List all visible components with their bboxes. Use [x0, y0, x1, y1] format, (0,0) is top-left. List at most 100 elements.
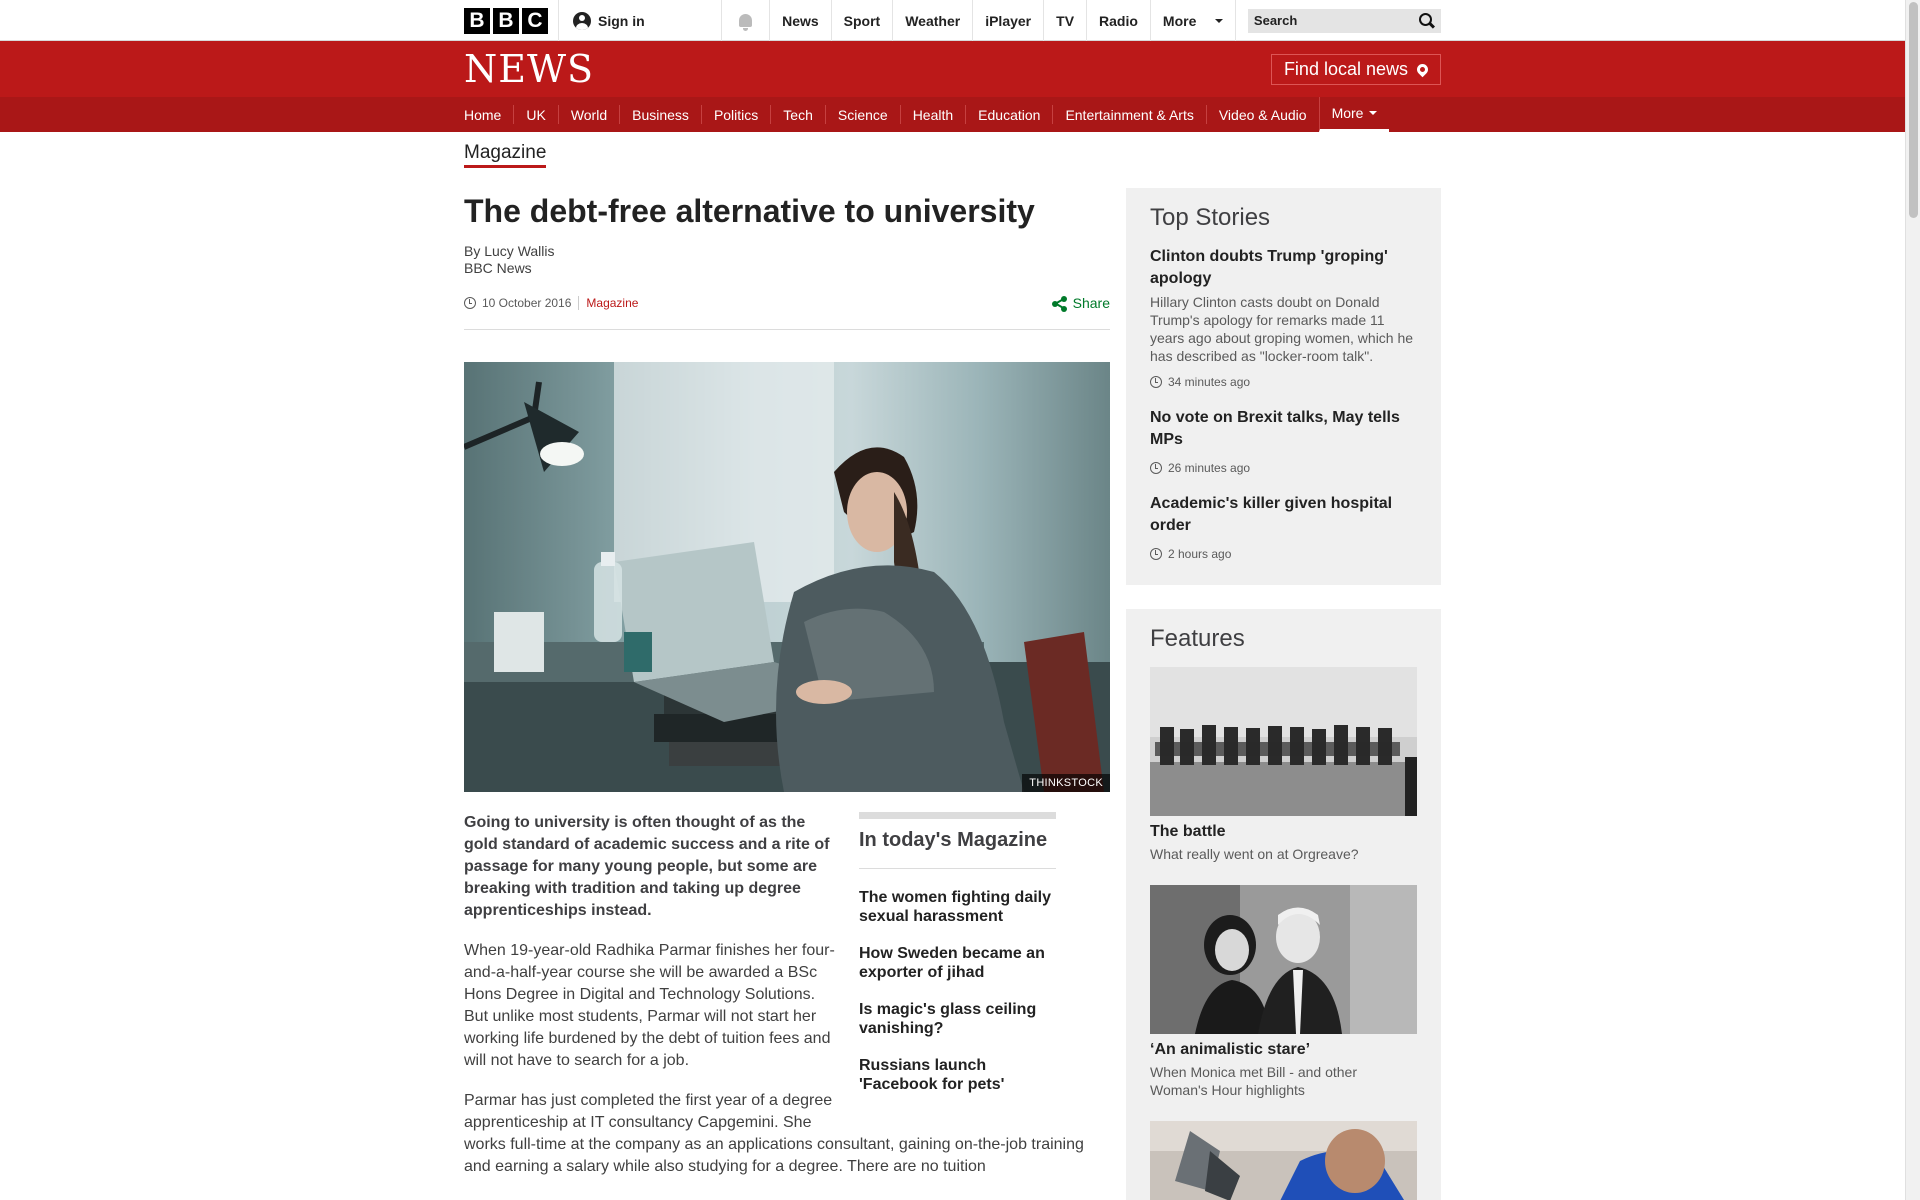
magazine-link[interactable]: The women fighting daily sexual harassme…: [859, 888, 1056, 926]
feature-summary: What really went on at Orgreave?: [1150, 846, 1359, 862]
feature-image-athlete: [1150, 1121, 1417, 1200]
feature-headline[interactable]: The battle: [1150, 823, 1417, 841]
top-story[interactable]: Clinton doubts Trump 'groping' apology H…: [1150, 246, 1417, 389]
section-nav-uk[interactable]: UK: [513, 105, 557, 124]
top-nav-weather[interactable]: Weather: [893, 0, 974, 41]
section-nav-world[interactable]: World: [557, 105, 619, 124]
top-story[interactable]: No vote on Brexit talks, May tells MPs 2…: [1150, 407, 1417, 475]
find-local-news-label: Find local news: [1283, 58, 1408, 79]
section-nav-home[interactable]: Home: [464, 105, 513, 124]
hero-illustration: [464, 362, 1110, 792]
top-story-time-label: 34 minutes ago: [1168, 375, 1251, 389]
feature-item[interactable]: The battle What really went on at Orgrea…: [1150, 667, 1417, 863]
article-intro: Going to university is often thought of …: [464, 814, 830, 919]
article-meta: 10 October 2016 Magazine Share: [464, 295, 1110, 330]
image-credit: THINKSTOCK: [1022, 774, 1110, 792]
feature-item[interactable]: [1150, 1121, 1417, 1200]
top-story-time-label: 2 hours ago: [1168, 547, 1232, 561]
bbc-logo[interactable]: B B C: [464, 0, 559, 41]
article: The debt-free alternative to university …: [464, 188, 1110, 1200]
top-stories-title: Top Stories: [1150, 204, 1271, 231]
share-label: Share: [1072, 295, 1110, 311]
top-nav-iplayer[interactable]: iPlayer: [973, 0, 1045, 41]
sign-in-button[interactable]: Sign in: [559, 0, 722, 41]
news-logo[interactable]: NEWS: [464, 47, 594, 91]
sidebar: Top Stories Clinton doubts Trump 'gropin…: [1126, 188, 1441, 1200]
section-nav-tech[interactable]: Tech: [770, 105, 825, 124]
section-nav-politics[interactable]: Politics: [700, 105, 770, 124]
bbc-topbar: B B C Sign in News Sport Weather iPlayer…: [0, 0, 1920, 41]
article-category-link[interactable]: Magazine: [586, 296, 638, 310]
feature-image[interactable]: [1150, 885, 1417, 1034]
section-label[interactable]: Magazine: [464, 142, 547, 168]
sign-in-label: Sign in: [598, 12, 645, 29]
top-story-headline[interactable]: Academic's killer given hospital order: [1150, 493, 1417, 537]
clock-icon: [1150, 548, 1162, 560]
scrollbar-thumb[interactable]: [1909, 2, 1918, 218]
notifications-button[interactable]: [722, 0, 771, 41]
section-nav: Home UK World Business Politics Tech Sci…: [0, 97, 1920, 132]
clock-icon: [464, 297, 476, 309]
section-nav-business[interactable]: Business: [619, 105, 701, 124]
bbc-logo-letter: B: [493, 7, 519, 34]
top-story-time: 2 hours ago: [1150, 547, 1417, 561]
article-date: 10 October 2016: [482, 296, 572, 310]
page-content: Magazine The debt-free alternative to un…: [464, 132, 1441, 1200]
clock-icon: [1150, 376, 1162, 388]
feature-item[interactable]: ‘An animalistic stare’ When Monica met B…: [1150, 885, 1417, 1099]
section-nav-education[interactable]: Education: [965, 105, 1052, 124]
news-header: NEWS Find local news: [0, 41, 1920, 97]
section-nav-more[interactable]: More: [1318, 97, 1390, 132]
article-paragraph: When 19-year-old Radhika Parmar finishes…: [464, 942, 835, 1069]
bbc-logo-letter: B: [464, 7, 490, 34]
feature-headline[interactable]: ‘An animalistic stare’: [1150, 1041, 1417, 1059]
feature-image-horses: [1150, 667, 1417, 816]
bbc-logo-letter: C: [522, 7, 548, 34]
feature-summary: When Monica met Bill - and other Woman's…: [1150, 1064, 1357, 1098]
section-nav-health[interactable]: Health: [899, 105, 965, 124]
author: By Lucy Wallis: [464, 243, 555, 259]
top-story-summary: Hillary Clinton casts doubt on Donald Tr…: [1150, 294, 1414, 364]
feature-image[interactable]: [1150, 667, 1417, 816]
clock-icon: [1150, 462, 1162, 474]
top-nav-sport[interactable]: Sport: [832, 0, 894, 41]
caret-down-icon: [1369, 111, 1378, 115]
top-nav-news[interactable]: News: [770, 0, 832, 41]
share-icon: [1051, 295, 1067, 312]
magazine-box: In today's Magazine The women fighting d…: [859, 812, 1056, 1094]
top-nav: News Sport Weather iPlayer TV Radio More: [770, 0, 1236, 41]
magazine-link[interactable]: Russians launch 'Facebook for pets': [859, 1056, 1056, 1094]
top-story-time: 26 minutes ago: [1150, 461, 1417, 475]
feature-image-portrait: [1150, 885, 1417, 1034]
top-stories-panel: Top Stories Clinton doubts Trump 'gropin…: [1126, 188, 1441, 585]
top-story-time-label: 26 minutes ago: [1168, 461, 1251, 475]
feature-image[interactable]: [1150, 1121, 1417, 1200]
features-title: Features: [1150, 625, 1245, 652]
share-button[interactable]: Share: [1051, 295, 1110, 312]
top-story-headline[interactable]: No vote on Brexit talks, May tells MPs: [1150, 407, 1417, 451]
outlet: BBC News: [464, 260, 532, 276]
top-story-headline[interactable]: Clinton doubts Trump 'groping' apology: [1150, 246, 1417, 290]
top-nav-more[interactable]: More: [1151, 0, 1236, 41]
section-nav-science[interactable]: Science: [824, 105, 900, 124]
section-nav-more-label: More: [1331, 105, 1364, 121]
top-nav-radio[interactable]: Radio: [1087, 0, 1151, 41]
magazine-link[interactable]: How Sweden became an exporter of jihad: [859, 944, 1056, 982]
page-scrollbar[interactable]: [1905, 0, 1920, 1200]
hero-image: THINKSTOCK: [464, 362, 1110, 792]
find-local-news-button[interactable]: Find local news: [1270, 53, 1441, 85]
search-icon[interactable]: [1419, 12, 1435, 29]
article-paragraph-line: works full-time at the company as an app…: [464, 1136, 1084, 1175]
top-story[interactable]: Academic's killer given hospital order 2…: [1150, 493, 1417, 561]
features-panel: Features The battle What really went on …: [1126, 609, 1441, 1200]
top-nav-tv[interactable]: TV: [1044, 0, 1088, 41]
location-pin-icon: [1414, 61, 1431, 77]
divider: [578, 296, 580, 310]
article-title: The debt-free alternative to university: [464, 193, 1035, 229]
byline: By Lucy Wallis BBC News: [464, 243, 1110, 277]
magazine-link[interactable]: Is magic's glass ceiling vanishing?: [859, 1000, 1056, 1038]
search-input[interactable]: Search: [1247, 8, 1441, 33]
user-icon: [573, 11, 591, 30]
section-nav-video-audio[interactable]: Video & Audio: [1205, 105, 1319, 124]
section-nav-entertainment[interactable]: Entertainment & Arts: [1052, 105, 1205, 124]
